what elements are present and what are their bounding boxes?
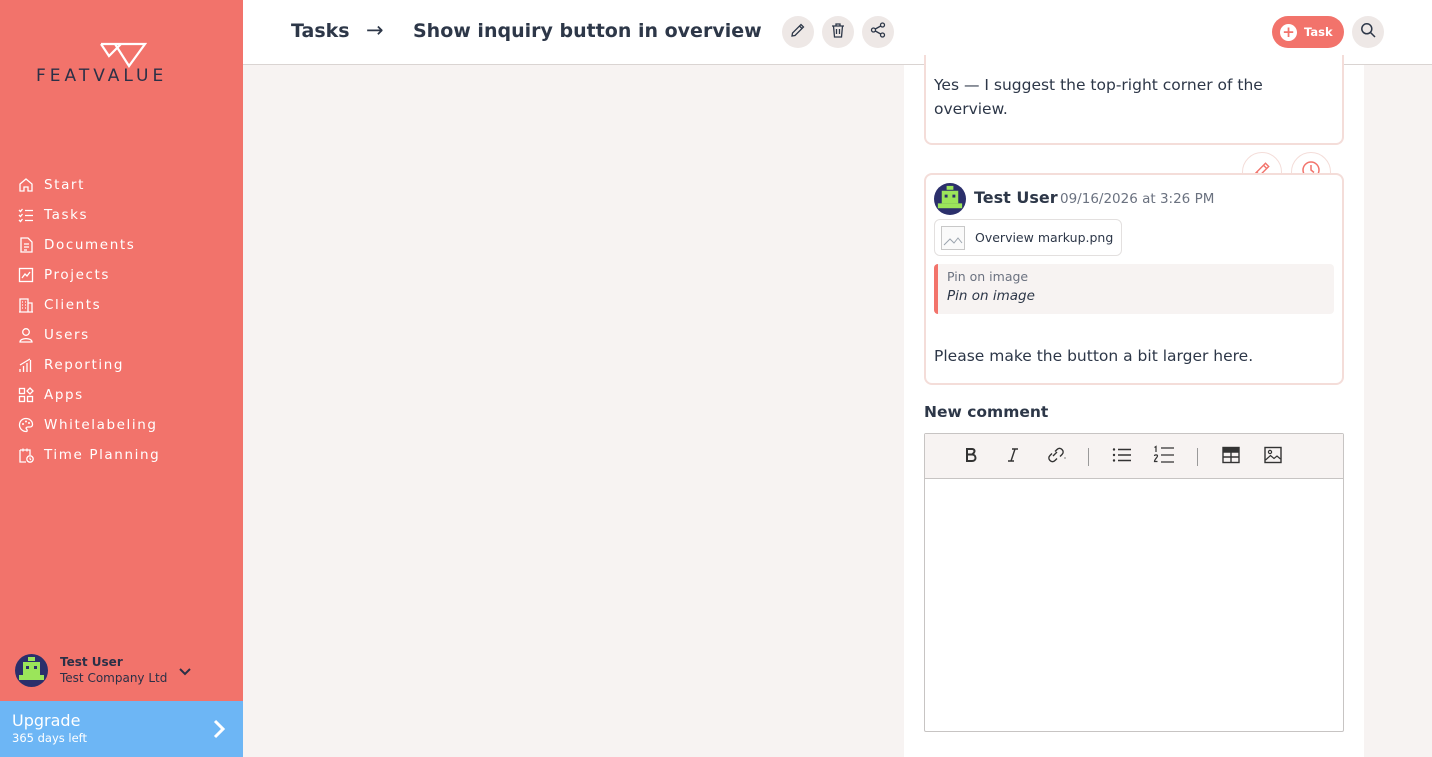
sidebar-item-projects[interactable]: Projects	[0, 260, 243, 290]
italic-button[interactable]	[1001, 445, 1025, 469]
share-icon	[870, 22, 886, 42]
avatar	[934, 183, 966, 215]
logo-mark-icon	[100, 42, 147, 68]
upgrade-title: Upgrade	[12, 711, 81, 730]
sidebar-item-label: Reporting	[44, 357, 125, 373]
image-button[interactable]	[1261, 445, 1285, 469]
comment-editor	[924, 433, 1344, 732]
time-planning-icon	[17, 446, 35, 464]
comment-date: 09/16/2026 at 3:26 PM	[1060, 191, 1215, 207]
sidebar-item-label: Apps	[44, 387, 84, 403]
sidebar-item-tasks[interactable]: Tasks	[0, 200, 243, 230]
image-icon	[1264, 446, 1282, 468]
comment-card-previous: Yes — I suggest the top-right corner of …	[924, 55, 1344, 145]
comment-text: Yes — I suggest the top-right corner of …	[934, 76, 1263, 118]
sidebar-item-label: Projects	[44, 267, 111, 283]
new-comment-label: New comment	[924, 403, 1049, 421]
image-icon	[941, 225, 965, 250]
sidebar-item-whitelabeling[interactable]: Whitelabeling	[0, 410, 243, 440]
search-button[interactable]	[1352, 16, 1384, 48]
pin-quote[interactable]: Pin on image Pin on image	[934, 264, 1334, 314]
link-button[interactable]	[1044, 445, 1068, 469]
delete-button[interactable]	[822, 16, 854, 48]
home-icon	[17, 176, 35, 194]
attachment-name: Overview markup.png	[975, 230, 1114, 245]
bullet-list-button[interactable]	[1110, 445, 1134, 469]
sidebar-nav: Start Tasks Documents Projects Clients U…	[0, 170, 243, 470]
sidebar: FEATVALUE Start Tasks Documents Projects…	[0, 0, 243, 757]
logo[interactable]: FEATVALUE	[36, 40, 211, 90]
projects-icon	[17, 266, 35, 284]
edit-button[interactable]	[782, 16, 814, 48]
numbered-list-button[interactable]	[1152, 445, 1176, 469]
search-icon	[1360, 22, 1376, 42]
sidebar-item-label: Documents	[44, 237, 136, 253]
breadcrumb-arrow: →	[366, 18, 384, 42]
quote-title: Pin on image	[947, 269, 1029, 284]
toolbar-divider	[1088, 448, 1089, 466]
sidebar-item-label: Start	[44, 177, 85, 193]
palette-icon	[17, 416, 35, 434]
bullet-list-icon	[1112, 447, 1132, 467]
toolbar-divider	[1197, 448, 1198, 466]
tasks-icon	[17, 206, 35, 224]
numbered-list-icon	[1153, 445, 1175, 469]
sidebar-item-label: Tasks	[44, 207, 89, 223]
user-menu[interactable]: Test User Test Company Ltd	[15, 652, 225, 688]
link-icon	[1046, 446, 1066, 468]
italic-icon	[1005, 447, 1021, 467]
avatar	[15, 653, 48, 687]
comment-card-latest: Test User 09/16/2026 at 3:26 PM Overview…	[924, 173, 1344, 385]
user-company: Test Company Ltd	[60, 671, 168, 685]
attachment-chip[interactable]: Overview markup.png	[934, 219, 1122, 256]
share-button[interactable]	[862, 16, 894, 48]
sidebar-item-start[interactable]: Start	[0, 170, 243, 200]
pencil-icon	[790, 22, 806, 42]
bold-icon	[963, 447, 979, 467]
quote-text: Pin on image	[947, 288, 1035, 304]
sidebar-item-documents[interactable]: Documents	[0, 230, 243, 260]
sidebar-item-label: Clients	[44, 297, 102, 313]
user-icon	[17, 326, 35, 344]
sidebar-item-apps[interactable]: Apps	[0, 380, 243, 410]
sidebar-item-clients[interactable]: Clients	[0, 290, 243, 320]
trash-icon	[830, 22, 846, 42]
chevron-right-icon	[213, 719, 226, 743]
comment-text: Please make the button a bit larger here…	[934, 347, 1254, 365]
table-icon	[1222, 446, 1240, 468]
sidebar-item-label: Time Planning	[44, 447, 161, 463]
plus-icon: +	[1280, 23, 1297, 41]
editor-toolbar	[925, 434, 1343, 479]
comment-author: Test User	[974, 188, 1058, 207]
sidebar-item-users[interactable]: Users	[0, 320, 243, 350]
apps-icon	[17, 386, 35, 404]
reporting-icon	[17, 356, 35, 374]
clients-icon	[17, 296, 35, 314]
table-button[interactable]	[1219, 445, 1243, 469]
bold-button[interactable]	[959, 445, 983, 469]
sidebar-item-label: Whitelabeling	[44, 417, 158, 433]
page-title: Show inquiry button in overview	[413, 20, 762, 42]
upgrade-button[interactable]: Upgrade 365 days left	[0, 701, 243, 757]
user-name: Test User	[60, 655, 123, 669]
breadcrumb-tasks[interactable]: Tasks	[291, 20, 350, 42]
comment-input[interactable]	[925, 479, 1343, 731]
sidebar-item-time-planning[interactable]: Time Planning	[0, 440, 243, 470]
upgrade-subtitle: 365 days left	[12, 731, 88, 745]
chevron-down-icon[interactable]	[179, 661, 192, 680]
sidebar-item-label: Users	[44, 327, 90, 343]
sidebar-item-reporting[interactable]: Reporting	[0, 350, 243, 380]
new-task-label: Task	[1304, 25, 1333, 39]
documents-icon	[17, 236, 35, 254]
comments-panel: Yes — I suggest the top-right corner of …	[904, 55, 1364, 757]
logo-text: FEATVALUE	[36, 66, 168, 86]
new-task-button[interactable]: + Task	[1272, 16, 1344, 48]
